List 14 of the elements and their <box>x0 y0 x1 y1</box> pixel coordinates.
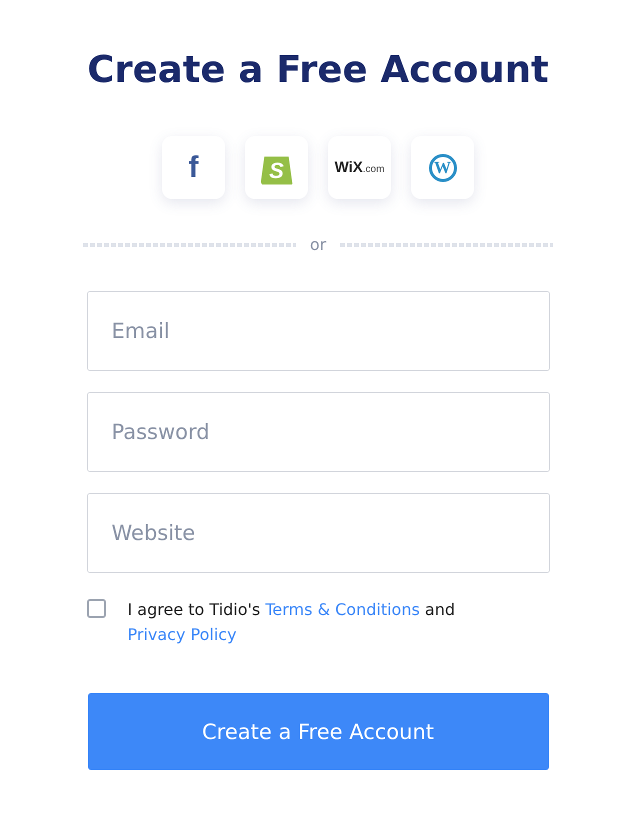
wordpress-button[interactable]: W <box>411 136 474 199</box>
agreement-text: I agree to Tidio's Terms & Conditions and Privacy Policy <box>128 599 456 646</box>
link[interactable]: Terms & Conditions <box>265 600 420 619</box>
facebook-button[interactable]: f <box>162 136 225 199</box>
input-field[interactable]: Email <box>86 291 550 371</box>
input-field[interactable]: Website <box>86 493 550 573</box>
link[interactable]: Privacy Policy <box>128 625 237 644</box>
shopify-button[interactable]: S <box>245 136 308 199</box>
wix-button[interactable]: WiX.com <box>328 136 391 199</box>
checkbox[interactable] <box>86 599 106 618</box>
submit-button[interactable]: Create a Free Account <box>88 693 548 770</box>
page-title: Create a Free Account <box>87 47 549 93</box>
divider-label: or <box>310 235 326 254</box>
input-field[interactable]: Password <box>86 392 550 472</box>
